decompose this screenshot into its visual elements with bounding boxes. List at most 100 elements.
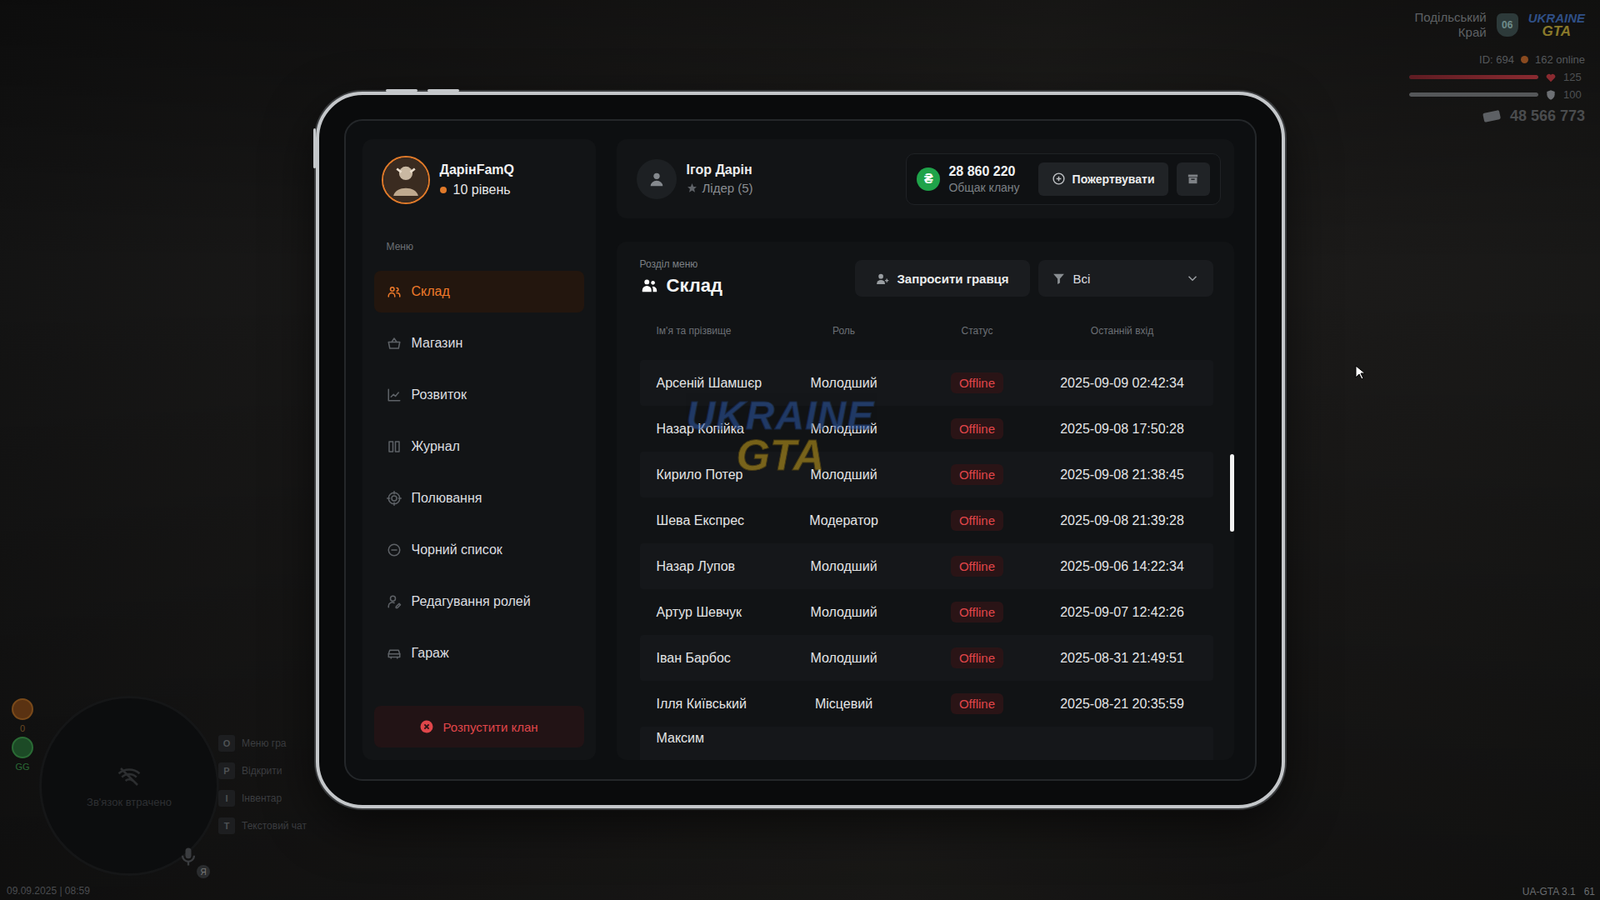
basket-icon xyxy=(386,335,402,351)
table-row[interactable]: Іван БарбосМолодшийOffline2025-08-31 21:… xyxy=(640,635,1214,681)
treasury-amount: 28 860 220 xyxy=(948,164,1020,180)
member-name: Шева Експрес xyxy=(656,513,782,529)
block-icon xyxy=(386,542,402,558)
tablet-side-button xyxy=(313,128,316,169)
hotkey-hint: I Інвентар xyxy=(218,790,307,807)
player-info: ID: 694162 online xyxy=(1479,53,1585,66)
member-role: Молодший xyxy=(781,421,907,437)
sidebar-item[interactable]: Полювання xyxy=(374,477,585,520)
table-row[interactable]: Ілля КиївськийМісцевийOffline2025-08-21 … xyxy=(640,680,1214,727)
team-icon xyxy=(640,276,659,295)
member-name: Назар Лупов xyxy=(656,559,782,575)
status-value: 0 xyxy=(20,723,25,734)
armor-row: 100 xyxy=(1409,88,1585,101)
hotkey-hint: O Меню гра xyxy=(218,735,307,752)
armor-reading: 100 xyxy=(1563,88,1585,101)
leader-info: Ігор ДарінЛідер (5) xyxy=(636,159,754,200)
tablet: ДарінFamQ10 рівеньМенюСкладМагазинРозвит… xyxy=(315,91,1285,809)
table-row[interactable]: Назар ЛуповМолодшийOffline2025-09-06 14:… xyxy=(640,543,1214,590)
member-role: Молодший xyxy=(781,605,907,620)
health-row: 125 xyxy=(1409,70,1585,84)
crosshair-icon xyxy=(386,490,402,506)
member-status: Offline xyxy=(906,372,1049,394)
tablet-screen: ДарінFamQ10 рівеньМенюСкладМагазинРозвит… xyxy=(344,119,1257,781)
invite-player-button[interactable]: Запросити гравця xyxy=(855,260,1030,297)
health-reading: 125 xyxy=(1563,70,1585,84)
member-status: Offline xyxy=(906,555,1049,577)
member-last-login: 2025-09-08 17:50:28 xyxy=(1048,421,1197,437)
key-cap: I xyxy=(218,790,235,807)
member-role: Місцевий xyxy=(781,696,907,712)
heart-icon xyxy=(1545,71,1557,84)
status-value: GG xyxy=(15,761,30,772)
member-role: Молодший xyxy=(781,375,907,391)
user-add-icon xyxy=(875,271,890,286)
main-area: Ігор ДарінЛідер (5)₴28 860 220Общак клан… xyxy=(616,139,1235,760)
member-name: Максим xyxy=(656,730,782,746)
member-status: Offline xyxy=(906,693,1049,715)
roster-card: Розділ менюСкладЗапросити гравцяВсіІм'я … xyxy=(616,241,1235,760)
sidebar-item[interactable]: Чорний список xyxy=(374,529,585,571)
member-last-login: 2025-08-21 20:35:59 xyxy=(1048,696,1197,712)
sidebar-item[interactable]: Склад xyxy=(374,270,585,313)
no-signal-icon xyxy=(116,764,142,790)
cash-icon xyxy=(1481,105,1502,126)
sidebar-item[interactable]: Редагування ролей xyxy=(374,580,585,623)
fps: 61 xyxy=(1584,885,1595,898)
armor-bar xyxy=(1409,92,1539,97)
version-info: UA-GTA 3.161 xyxy=(1522,885,1595,898)
table-row[interactable]: Кирило ПотерМолодшийOffline2025-09-08 21… xyxy=(640,451,1214,498)
hunger-icon xyxy=(11,698,34,720)
hotkey-list: O Меню гра PВідкрити I Інвентар TТекстовий ча… xyxy=(218,735,307,835)
chart-icon xyxy=(386,387,402,403)
hotkey-hint: TТекстовий чат xyxy=(218,817,307,835)
hotkey-label: Відкрити xyxy=(241,765,283,777)
clan-level: 10 рівень xyxy=(440,182,515,198)
table-row[interactable]: Максим xyxy=(640,726,1214,760)
thirst-icon xyxy=(11,736,34,759)
member-last-login: 2025-09-09 02:42:34 xyxy=(1048,375,1197,391)
disband-clan-button[interactable]: Розпустити клан xyxy=(374,705,585,748)
game-screen: ПодільськийКрай06UKRAINEGTA ID: 694162 on… xyxy=(0,0,1600,900)
hotkey-label: Інвентар xyxy=(241,792,282,805)
sidebar-item[interactable]: Гараж xyxy=(374,632,585,675)
table-row[interactable]: Шева ЕкспресМодераторOffline2025-09-08 2… xyxy=(640,497,1214,544)
clan-profile: ДарінFamQ 10 рівень xyxy=(374,155,585,205)
minimap-message: Зв'язок втрачено xyxy=(86,795,172,809)
book-icon xyxy=(386,439,402,455)
archive-icon xyxy=(1185,171,1200,186)
sidebar-item[interactable]: Магазин xyxy=(374,322,585,365)
table-row[interactable]: Арсеній ШамшєрМолодшийOffline2025-09-09 … xyxy=(640,360,1214,406)
voice-indicator: Я xyxy=(176,845,210,879)
leader-role: Лідер (5) xyxy=(686,180,754,195)
hryvnia-icon: ₴ xyxy=(916,167,940,191)
key-cap: O xyxy=(218,735,235,752)
level-dot-icon xyxy=(440,186,447,194)
member-name: Кирило Потер xyxy=(656,467,782,483)
scroll-thumb[interactable] xyxy=(1230,454,1235,532)
column-header: Роль xyxy=(781,325,907,337)
leader-card: Ігор ДарінЛідер (5)₴28 860 220Общак клан… xyxy=(616,139,1235,219)
donate-button[interactable]: Пожертвувати xyxy=(1038,162,1169,196)
column-header: Ім'я та прізвище xyxy=(656,325,782,337)
sidebar-menu: Склад Магазин Розвиток Журнал Полювання Чорни… xyxy=(374,270,585,675)
server-brand: ПодільськийКрай06UKRAINEGTA xyxy=(1415,10,1585,40)
hotkey-label: Меню гра xyxy=(241,737,287,750)
member-role: Молодший xyxy=(781,559,907,575)
table-row[interactable]: Назар КопійкаМолодшийOffline2025-09-08 1… xyxy=(640,405,1214,452)
member-status: Offline xyxy=(906,647,1049,669)
hotkey-hint: PВідкрити xyxy=(218,762,307,780)
scrollbar[interactable] xyxy=(1230,241,1235,760)
table-row[interactable]: Артур ШевчукМолодшийOffline2025-09-07 12… xyxy=(640,589,1214,635)
sidebar-item[interactable]: Журнал xyxy=(374,425,585,468)
member-status: Offline xyxy=(906,464,1049,485)
user-avatar-icon xyxy=(636,159,677,200)
money: 48 566 773 xyxy=(1481,105,1585,126)
clan-name: ДарінFamQ xyxy=(440,162,515,178)
region-name: ПодільськийКрай xyxy=(1415,10,1487,40)
archive-button[interactable] xyxy=(1176,162,1210,196)
sidebar-item[interactable]: Розвиток xyxy=(374,374,585,416)
clan-avatar-icon xyxy=(381,155,430,205)
member-role: Молодший xyxy=(781,467,907,483)
filter-dropdown[interactable]: Всі xyxy=(1038,260,1214,297)
